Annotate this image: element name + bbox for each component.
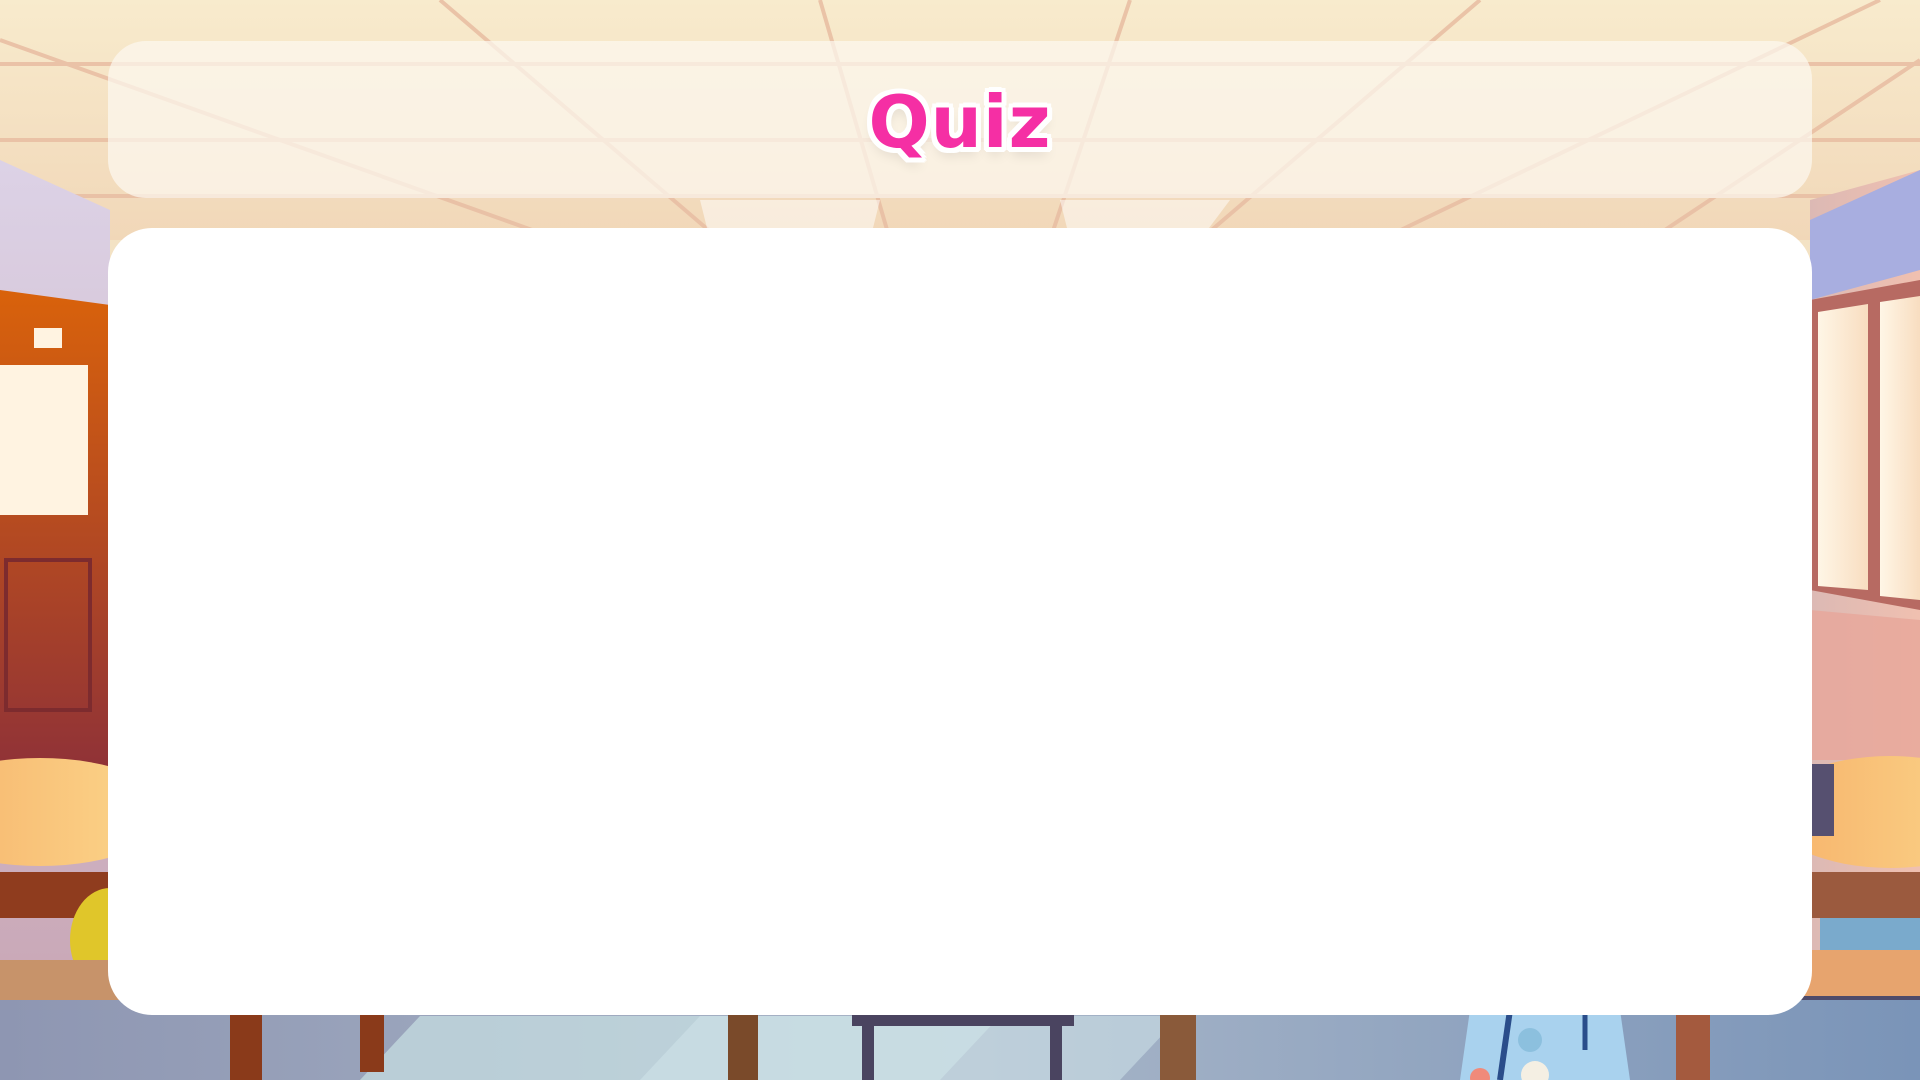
content-card — [108, 228, 1812, 1015]
title-banner: Quiz — [108, 41, 1812, 198]
page-title: Quiz — [868, 79, 1052, 164]
quiz-screen: Quiz — [0, 0, 1920, 1080]
